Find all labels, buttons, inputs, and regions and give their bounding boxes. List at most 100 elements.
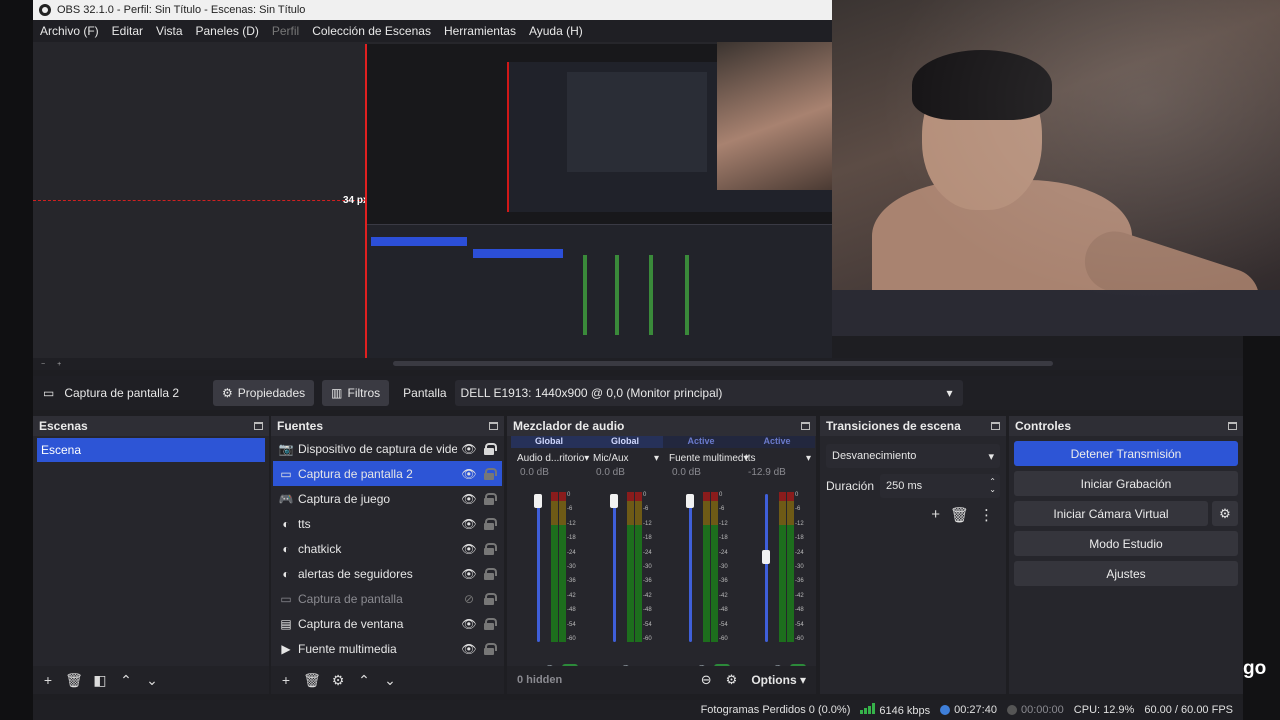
monitor-icon: ▭ [43,386,55,400]
unlock-icon[interactable] [484,567,497,580]
source-item[interactable]: ◐ tts 👁 [271,511,504,536]
undock-icon[interactable] [489,422,498,430]
add-transition-button[interactable]: + [931,506,940,524]
unlock-icon[interactable] [484,517,497,530]
globe-icon: ◐ [282,566,290,581]
unlock-icon[interactable] [484,542,497,555]
volume-fader-track[interactable] [689,494,692,642]
volume-fader-handle[interactable] [610,494,618,508]
properties-button[interactable]: ⚙ Propiedades [213,380,315,406]
properties-label: Propiedades [237,386,306,400]
mixer-layout-icon[interactable]: ⊖ [701,672,712,688]
meter-tick-label: -60 [719,635,728,642]
unlock-icon[interactable] [484,617,497,630]
unlock-icon[interactable] [484,642,497,655]
remove-scene-button[interactable]: 🗑 [65,671,83,689]
eye-icon[interactable]: 👁 [461,542,477,556]
channel-volume-db: 0.0 dB [596,467,625,478]
chevron-down-icon: ▾ [946,386,953,400]
duration-input[interactable]: 250 ms ⌃ ⌄ [880,474,1000,498]
filters-button[interactable]: ▥ Filtros [322,380,390,406]
zoom-out-icon[interactable]: − [41,361,45,368]
meter-tick-label: -36 [795,578,804,585]
start-virtual-cam-button[interactable]: Iniciar Cámara Virtual [1014,501,1208,526]
volume-fader-track[interactable] [537,494,540,642]
channel-name-select[interactable]: Fuente multimed ▾ [663,450,749,466]
scene-filters-button[interactable]: ◧ [91,671,109,689]
settings-button[interactable]: Ajustes [1014,561,1238,586]
undock-icon[interactable] [801,422,810,430]
channel-name-select[interactable]: Mic/Aux ▾ [587,450,663,466]
volume-fader-handle[interactable] [762,550,770,564]
record-time-value: 00:00:00 [1020,704,1064,716]
menu-colecci-n-de-escenas[interactable]: Colección de Escenas [312,24,431,38]
menu-editar[interactable]: Editar [112,24,143,38]
preview-scrollbar[interactable] [393,361,1053,366]
start-recording-button[interactable]: Iniciar Grabación [1014,471,1238,496]
menu-vista[interactable]: Vista [156,24,182,38]
volume-fader-track[interactable] [765,494,768,642]
add-source-button[interactable]: + [277,671,295,689]
eye-icon[interactable]: 👁 [461,467,477,481]
undock-icon[interactable] [991,422,1000,430]
source-item[interactable]: ◐ chatkick 👁 [271,536,504,561]
menu-paneles-d[interactable]: Paneles (D) [196,24,259,38]
remove-source-button[interactable]: 🗑 [303,671,321,689]
meter-tick-label: -24 [643,549,652,556]
source-item[interactable]: ◐ alertas de seguidores 👁 [271,561,504,586]
stop-stream-button[interactable]: Detener Transmisión [1014,441,1238,466]
volume-fader-handle[interactable] [686,494,694,508]
studio-mode-button[interactable]: Modo Estudio [1014,531,1238,556]
move-scene-down-button[interactable]: ⌄ [143,671,161,689]
volume-fader-handle[interactable] [534,494,542,508]
eye-icon[interactable]: 👁 [461,617,477,631]
transition-type-select[interactable]: Desvanecimiento ▾ [826,444,1000,468]
zoom-in-icon[interactable]: + [57,361,61,368]
source-item[interactable]: ▶ Fuente multimedia 👁 [271,636,504,661]
move-source-up-button[interactable]: ⌃ [355,671,373,689]
transition-menu-button[interactable]: ⋮ [979,506,994,524]
source-item[interactable]: ▤ Captura de ventana 👁 [271,611,504,636]
source-item[interactable]: ▭ Captura de pantalla ⊘ [271,586,504,611]
monitor-icon: ▭ [280,466,292,481]
source-properties-button[interactable]: ⚙ [329,671,347,689]
move-source-down-button[interactable]: ⌄ [381,671,399,689]
eye-icon[interactable]: 👁 [461,442,477,456]
move-scene-up-button[interactable]: ⌃ [117,671,135,689]
channel-name-select[interactable]: tts ▾ [739,450,815,466]
unlock-icon[interactable] [484,492,497,505]
eye-hidden-icon[interactable]: ⊘ [461,592,477,606]
spinner-icon[interactable]: ⌃ ⌄ [989,478,996,494]
display-select[interactable]: DELL E1913: 1440x900 @ 0,0 (Monitor prin… [454,380,963,406]
menu-herramientas[interactable]: Herramientas [444,24,516,38]
unlock-icon[interactable] [484,467,497,480]
meter-tick-label: -6 [719,506,725,513]
preview-canvas[interactable]: 34 px [33,42,832,358]
meter-tick-label: -30 [567,563,576,570]
mixer-settings-icon[interactable]: ⚙ [726,672,738,688]
eye-icon[interactable]: 👁 [461,642,477,656]
add-scene-button[interactable]: + [39,671,57,689]
volume-fader-track[interactable] [613,494,616,642]
source-item[interactable]: 🎮 Captura de juego 👁 [271,486,504,511]
chevron-down-icon: ▾ [653,452,659,464]
channel-volume-db: 0.0 dB [672,467,701,478]
virtual-cam-settings-icon[interactable]: ⚙ [1212,501,1238,526]
remove-transition-button[interactable]: 🗑 [950,506,969,524]
source-item[interactable]: 📷 Dispositivo de captura de video 👁 [271,436,504,461]
source-item[interactable]: ▭ Captura de pantalla 2 👁 [273,461,502,486]
duration-label: Duración [826,479,875,493]
eye-icon[interactable]: 👁 [461,517,477,531]
scene-item[interactable]: Escena [37,438,265,462]
channel-name-select[interactable]: Audio d...ritorio ▾ [511,450,589,466]
lock-icon[interactable] [484,442,497,455]
undock-icon[interactable] [254,422,263,430]
undock-icon[interactable] [1228,422,1237,430]
eye-icon[interactable]: 👁 [461,492,477,506]
hidden-channels-label[interactable]: 0 hidden [513,674,562,686]
menu-ayuda-h[interactable]: Ayuda (H) [529,24,583,38]
mixer-options-button[interactable]: Options ▾ [751,673,806,687]
menu-archivo-f[interactable]: Archivo (F) [40,24,99,38]
unlock-icon[interactable] [484,592,497,605]
eye-icon[interactable]: 👁 [461,567,477,581]
